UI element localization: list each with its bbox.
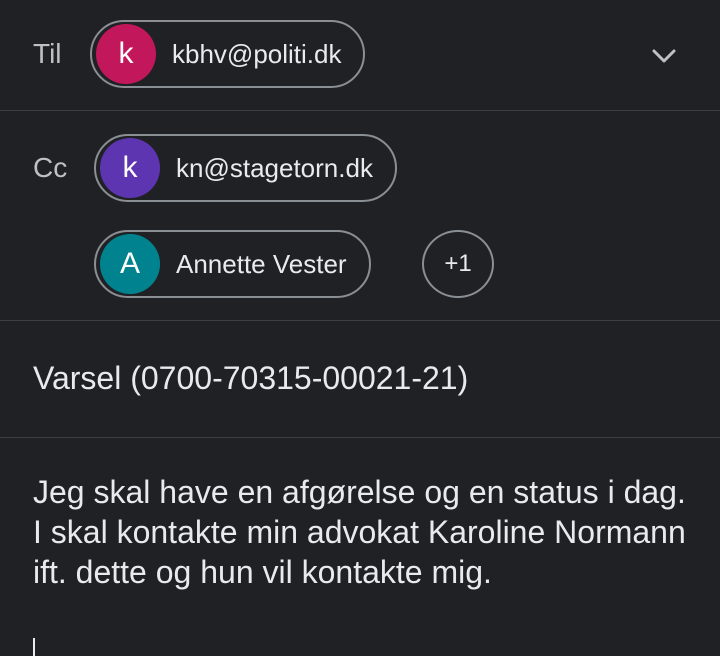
more-recipients-chip[interactable]: +1 (422, 230, 494, 298)
text-cursor (33, 638, 35, 656)
recipient-email: kbhv@politi.dk (172, 38, 342, 69)
cc-recipient-chip[interactable]: k kn@stagetorn.dk (94, 134, 397, 202)
recipient-name: Annette Vester (176, 248, 347, 279)
divider (0, 437, 720, 438)
recipient-avatar: k (100, 138, 160, 198)
recipient-email: kn@stagetorn.dk (176, 152, 373, 183)
cc-label: Cc (33, 152, 68, 183)
recipient-avatar: k (96, 24, 156, 84)
to-label: Til (33, 38, 62, 69)
divider (0, 110, 720, 111)
subject-field[interactable]: Varsel (0700-70315-00021-21) (33, 360, 468, 397)
chevron-down-icon[interactable] (648, 40, 680, 72)
cc-recipient-chip[interactable]: A Annette Vester (94, 230, 371, 298)
to-recipient-chip[interactable]: k kbhv@politi.dk (90, 20, 366, 88)
message-body[interactable]: Jeg skal have en afgørelse og en status … (33, 472, 703, 592)
divider (0, 320, 720, 321)
recipient-avatar: A (100, 234, 160, 294)
